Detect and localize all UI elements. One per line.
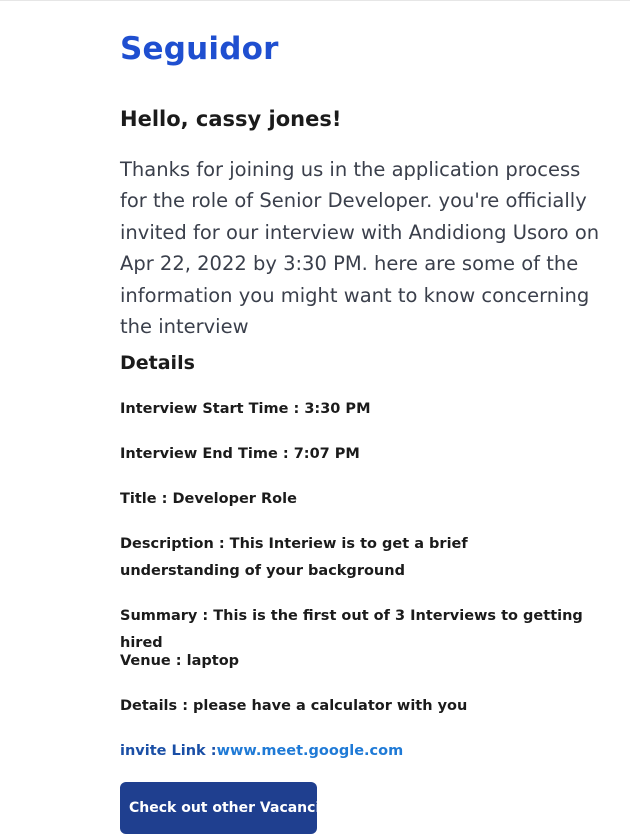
detail-end-time: Interview End Time : 7:07 PM — [120, 446, 360, 462]
intro-paragraph: Thanks for joining us in the application… — [120, 158, 600, 339]
detail-title: Title : Developer Role — [120, 491, 297, 507]
detail-venue: Venue : laptop — [120, 653, 240, 669]
details-heading: Details — [120, 352, 195, 374]
brand-logo-text: Seguidor — [120, 31, 279, 67]
other-vacancies-label: Check out other Vacancies — [129, 800, 339, 816]
top-divider — [0, 0, 630, 1]
other-vacancies-button[interactable]: Check out other Vacancies — [120, 782, 338, 834]
invite-line: invite Link :www.meet.google.com — [120, 738, 403, 765]
detail-description: Description : This Interiew is to get a … — [120, 536, 468, 579]
detail-extra: Details : please have a calculator with … — [120, 698, 468, 714]
invite-label: invite Link : — [120, 743, 217, 759]
detail-start-time: Interview Start Time : 3:30 PM — [120, 401, 371, 417]
greeting-heading: Hello, cassy jones! — [120, 107, 342, 131]
invite-link[interactable]: www.meet.google.com — [217, 743, 404, 759]
